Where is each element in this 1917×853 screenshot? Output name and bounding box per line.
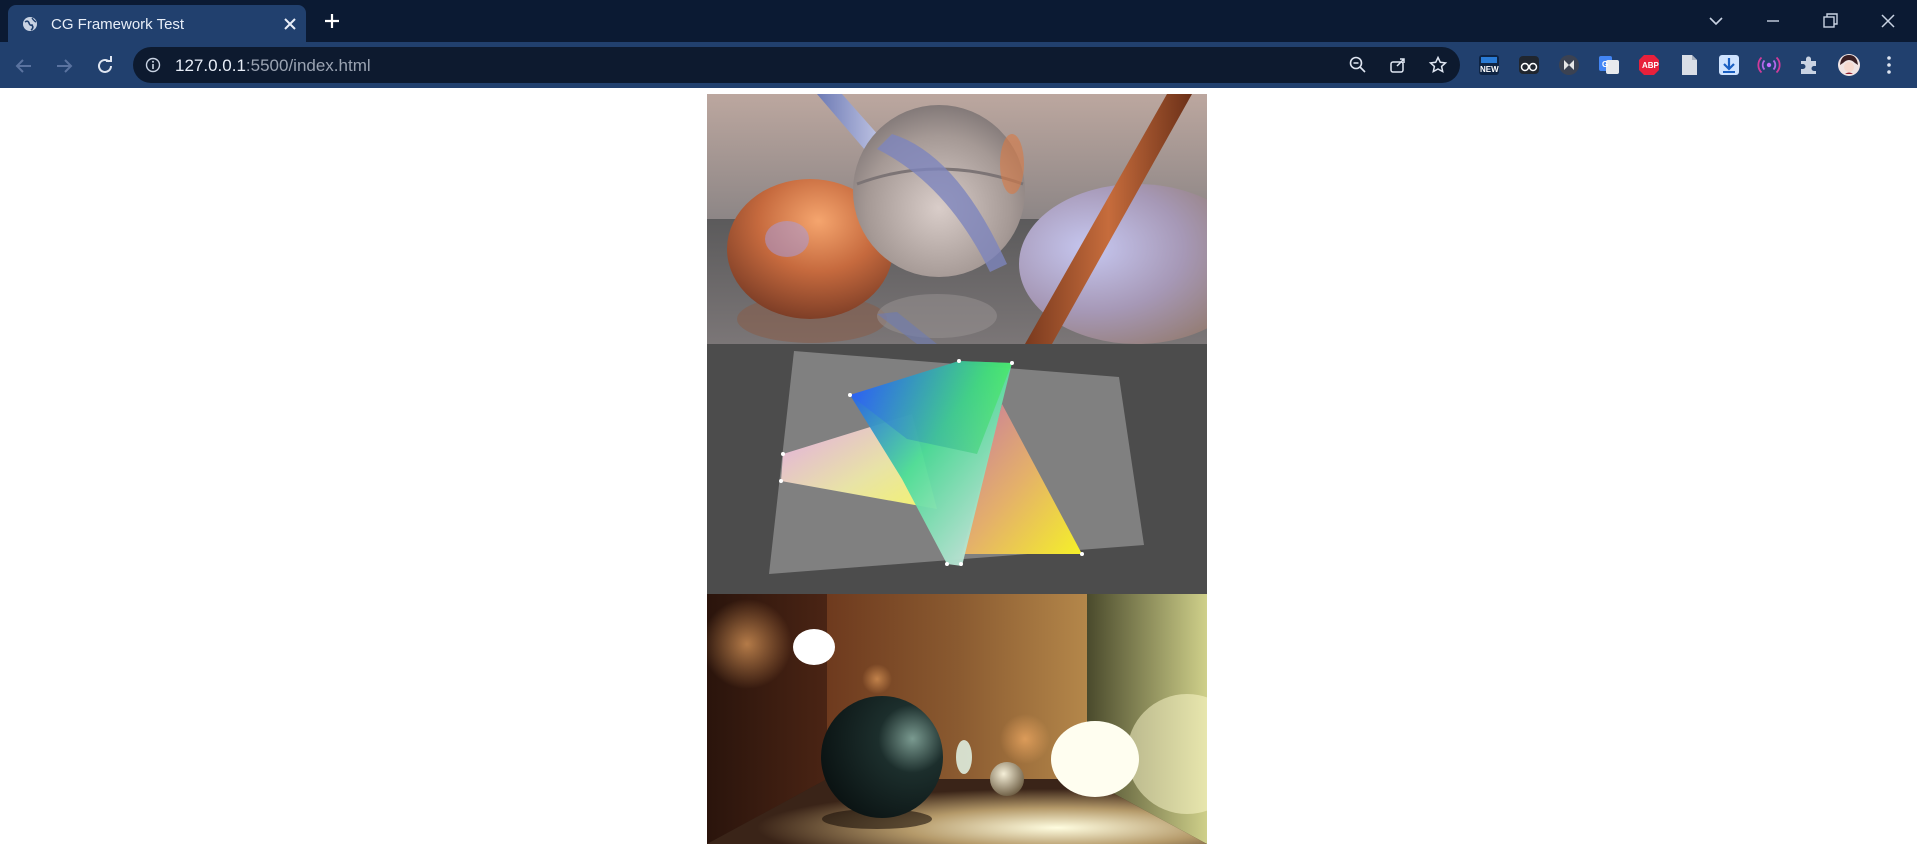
triangles-render <box>707 344 1207 594</box>
zoom-out-icon[interactable] <box>1348 55 1368 75</box>
rasterized-color-triangles-canvas[interactable] <box>707 344 1207 594</box>
site-info-icon[interactable] <box>145 57 161 73</box>
svg-text:G: G <box>1602 60 1608 69</box>
reload-icon[interactable] <box>93 54 117 78</box>
forward-icon[interactable] <box>52 54 76 78</box>
new-tab-button[interactable] <box>322 11 342 31</box>
broadcast-extension-icon[interactable] <box>1757 53 1781 77</box>
back-icon[interactable] <box>12 54 36 78</box>
path-traced-cornell-box-canvas[interactable] <box>707 594 1207 844</box>
puzzle-extension-icon[interactable] <box>1797 53 1821 77</box>
tab-active[interactable]: CG Framework Test <box>8 5 306 42</box>
glasses-extension-icon[interactable] <box>1517 53 1541 77</box>
url-path: :5500/index.html <box>245 56 371 75</box>
page-content <box>0 88 1917 853</box>
globe-icon <box>23 17 37 31</box>
address-bar[interactable]: 127.0.0.1:5500/index.html <box>133 47 1460 83</box>
browser-toolbar: 127.0.0.1:5500/index.html NEW G ABP <box>0 42 1917 88</box>
close-icon[interactable] <box>280 14 300 34</box>
cornell-box-render <box>707 594 1207 844</box>
menu-dots-icon[interactable] <box>1877 53 1901 77</box>
url-host: 127.0.0.1 <box>175 56 246 75</box>
adblock-label: ABP <box>1642 61 1659 70</box>
download-extension-icon[interactable] <box>1717 53 1741 77</box>
minimize-icon[interactable] <box>1761 9 1785 33</box>
glass-spheres-render <box>707 94 1207 344</box>
media-extension-icon[interactable] <box>1557 53 1581 77</box>
bookmark-star-icon[interactable] <box>1428 55 1448 75</box>
share-icon[interactable] <box>1388 55 1408 75</box>
tab-search-icon[interactable] <box>1704 9 1728 33</box>
new-badge-extension-icon[interactable]: NEW <box>1477 53 1501 77</box>
profile-avatar-icon[interactable] <box>1837 53 1861 77</box>
document-extension-icon[interactable] <box>1677 53 1701 77</box>
title-bar: CG Framework Test <box>0 0 1917 42</box>
url-text[interactable]: 127.0.0.1:5500/index.html <box>175 56 371 76</box>
translate-extension-icon[interactable]: G <box>1597 53 1621 77</box>
new-badge-label: NEW <box>1480 65 1499 74</box>
tab-title: CG Framework Test <box>51 16 185 33</box>
close-window-icon[interactable] <box>1876 9 1900 33</box>
raytraced-glass-spheres-canvas[interactable] <box>707 94 1207 344</box>
restore-icon[interactable] <box>1818 9 1842 33</box>
